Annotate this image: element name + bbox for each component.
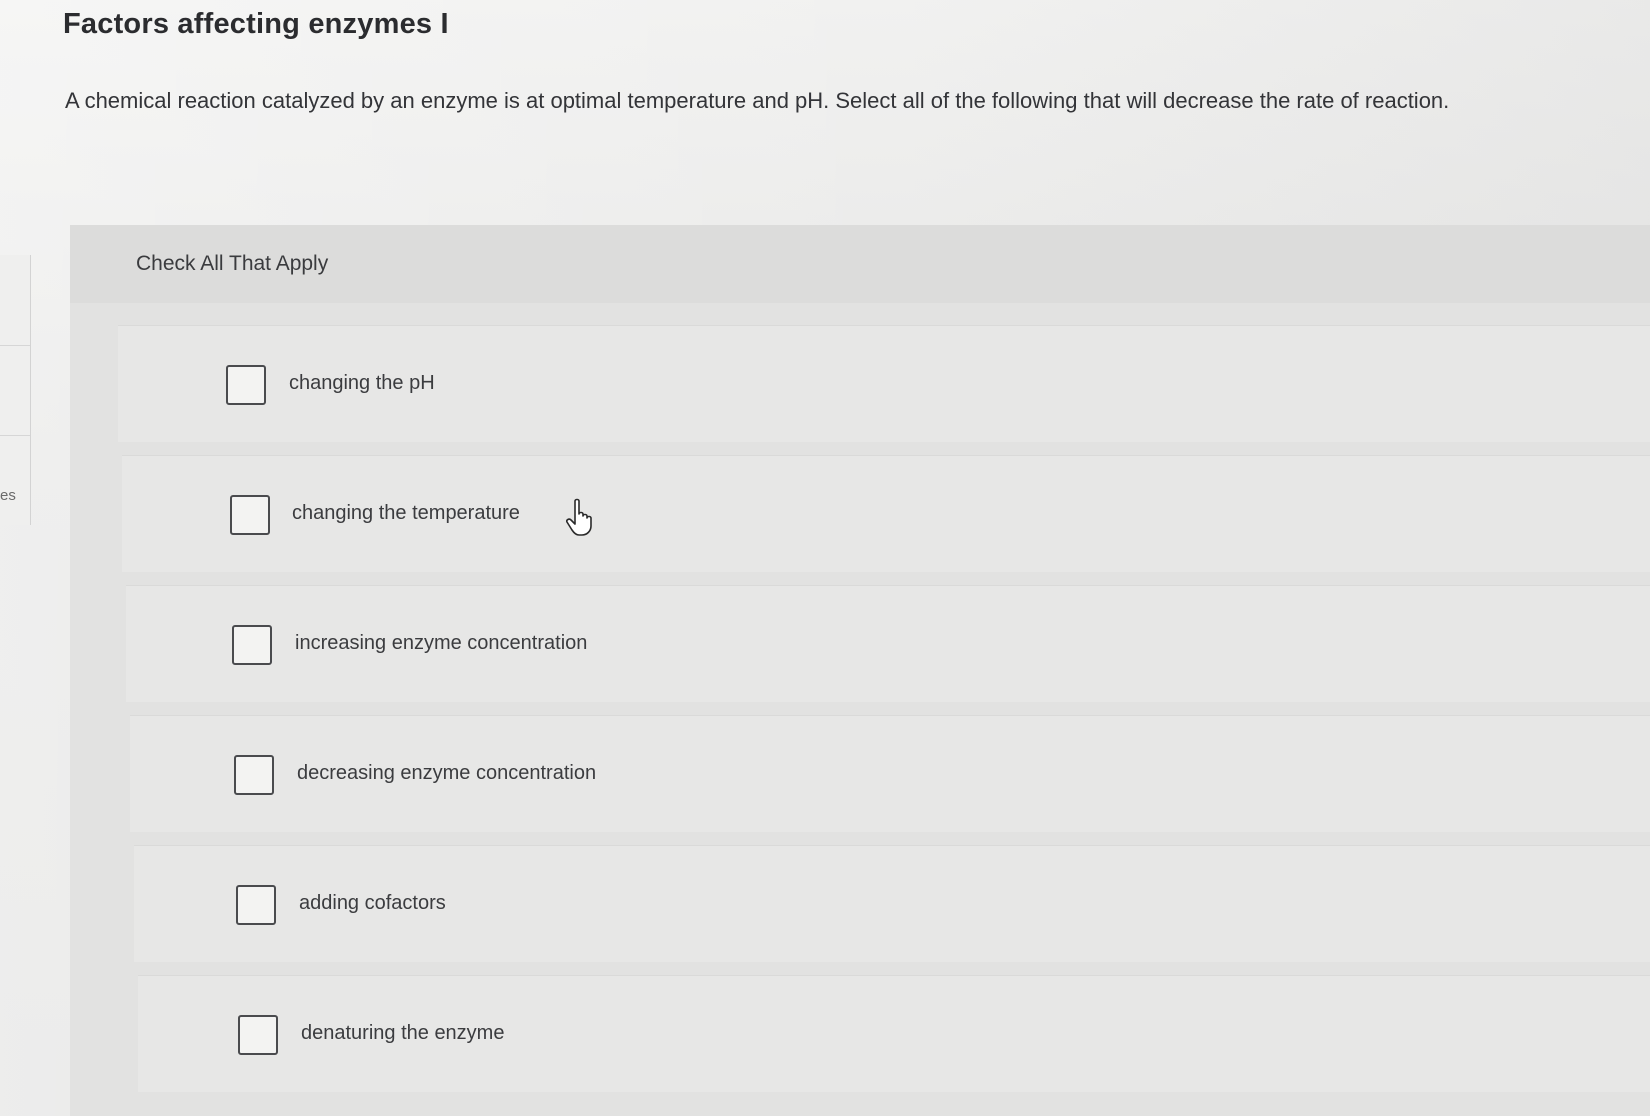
option-label[interactable]: adding cofactors [299, 892, 446, 915]
question-prompt: A chemical reaction catalyzed by an enzy… [65, 88, 1450, 113]
option-denaturing-enzyme[interactable]: denaturing the enzyme [138, 975, 1650, 1092]
option-adding-cofactors[interactable]: adding cofactors [134, 845, 1650, 962]
option-label[interactable]: decreasing enzyme concentration [297, 762, 596, 785]
hand-pointer-icon [566, 498, 592, 536]
checkbox[interactable] [236, 885, 276, 925]
option-label[interactable]: denaturing the enzyme [301, 1022, 504, 1045]
option-label[interactable]: changing the temperature [292, 502, 520, 525]
checkbox[interactable] [238, 1015, 278, 1055]
checkbox[interactable] [232, 625, 272, 665]
option-label[interactable]: changing the pH [289, 372, 435, 395]
option-label[interactable]: increasing enzyme concentration [295, 632, 587, 655]
answer-panel: Check All That Apply changing the pH cha… [70, 225, 1650, 1116]
checkbox[interactable] [230, 495, 270, 535]
sidebar-label-fragment[interactable]: es [0, 487, 16, 504]
sidebar-divider [0, 435, 30, 436]
left-sidebar-edge [0, 255, 31, 525]
option-changing-temperature[interactable]: changing the temperature [122, 455, 1650, 572]
option-changing-ph[interactable]: changing the pH [118, 325, 1650, 442]
option-decreasing-enzyme[interactable]: decreasing enzyme concentration [130, 715, 1650, 832]
checkbox[interactable] [226, 365, 266, 405]
question-title: Factors affecting enzymes I [63, 8, 449, 40]
option-increasing-enzyme[interactable]: increasing enzyme concentration [126, 585, 1650, 702]
checkbox[interactable] [234, 755, 274, 795]
sidebar-divider [0, 345, 30, 346]
answer-panel-header: Check All That Apply [70, 225, 1650, 303]
check-all-label: Check All That Apply [136, 252, 329, 275]
